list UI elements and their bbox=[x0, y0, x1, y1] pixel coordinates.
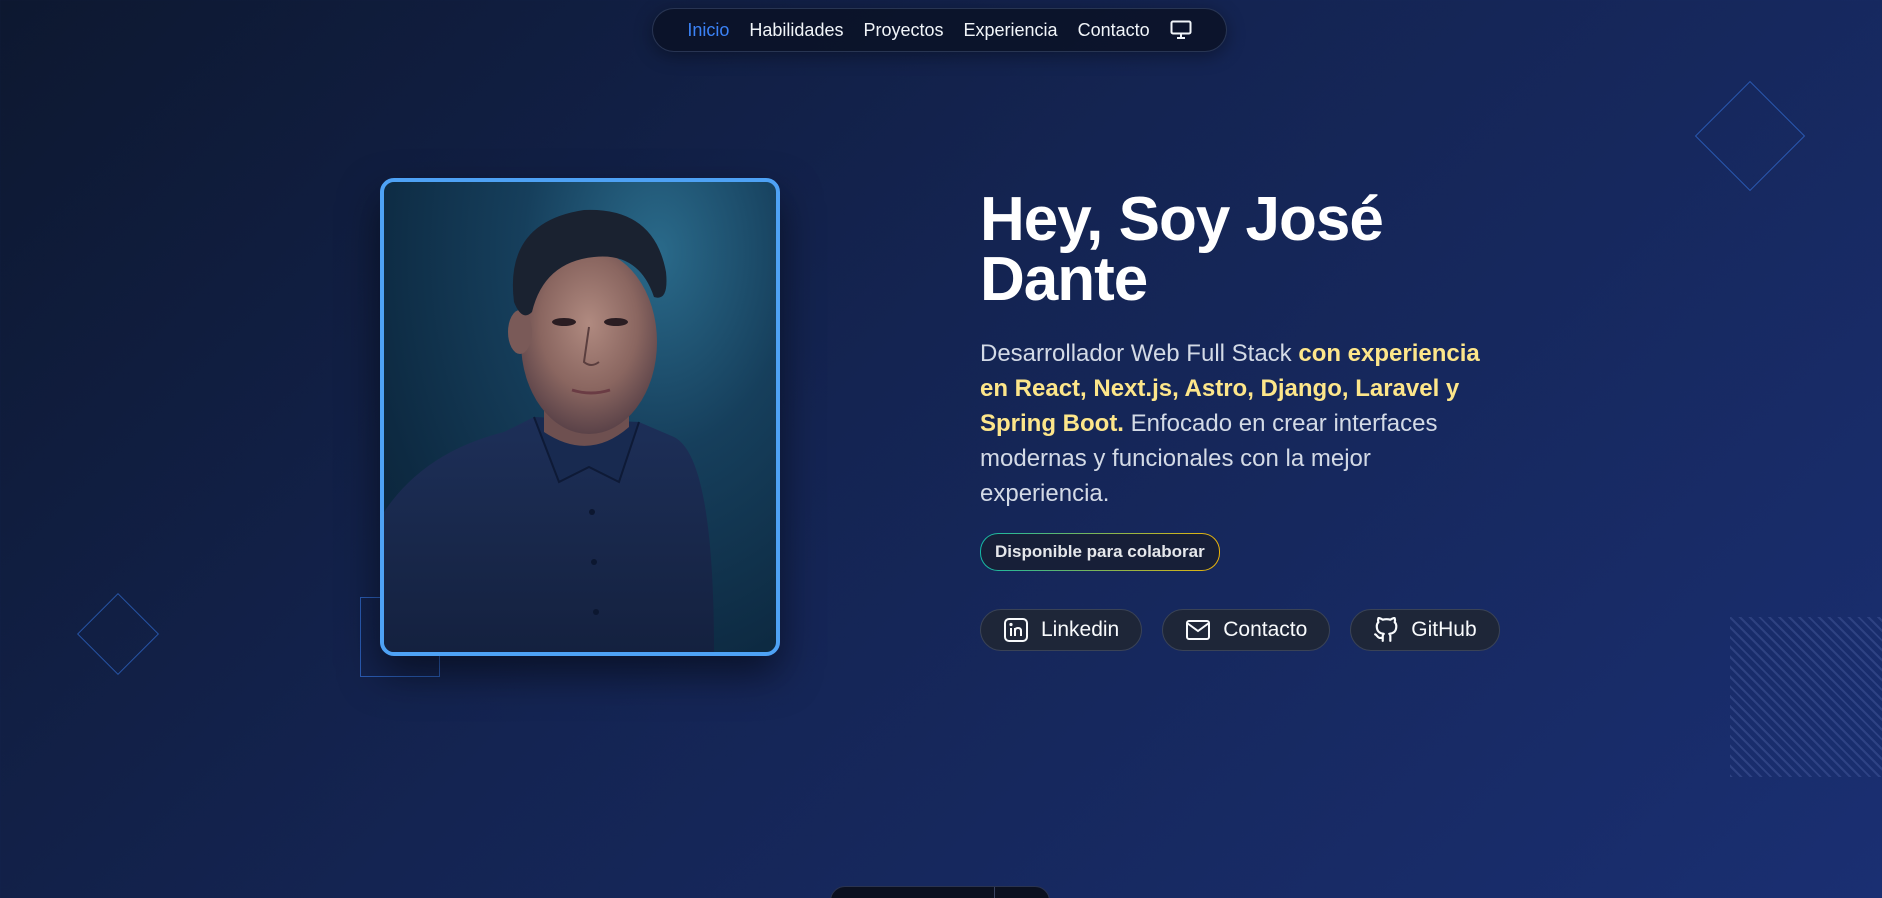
hero-section: Hey, Soy José Dante Desarrollador Web Fu… bbox=[980, 185, 1520, 651]
nav-item-proyectos[interactable]: Proyectos bbox=[863, 20, 943, 41]
toolbar-divider bbox=[994, 887, 995, 898]
decorative-diamond-left bbox=[76, 592, 160, 676]
nav-item-inicio[interactable]: Inicio bbox=[687, 20, 729, 41]
nav-item-contacto[interactable]: Contacto bbox=[1078, 20, 1150, 41]
profile-photo bbox=[380, 178, 780, 656]
mail-icon bbox=[1186, 620, 1211, 640]
nav-item-habilidades[interactable]: Habilidades bbox=[749, 20, 843, 41]
github-icon bbox=[1374, 617, 1398, 642]
github-label: GitHub bbox=[1411, 618, 1477, 641]
linkedin-icon bbox=[1004, 618, 1028, 642]
desc-start: Desarrollador Web Full Stack bbox=[980, 340, 1299, 367]
monitor-icon[interactable] bbox=[1170, 20, 1192, 40]
social-links: Linkedin Contacto GitHub bbox=[980, 609, 1520, 651]
decorative-stripes bbox=[1730, 617, 1882, 777]
contact-button[interactable]: Contacto bbox=[1162, 609, 1331, 651]
linkedin-label: Linkedin bbox=[1041, 618, 1120, 641]
availability-badge: Disponible para colaborar bbox=[980, 533, 1220, 571]
github-button[interactable]: GitHub bbox=[1350, 609, 1500, 651]
nav-item-experiencia[interactable]: Experiencia bbox=[964, 20, 1058, 41]
bottom-toolbar[interactable] bbox=[830, 886, 1050, 898]
hero-description: Desarrollador Web Full Stack con experie… bbox=[980, 336, 1500, 511]
top-nav: Inicio Habilidades Proyectos Experiencia… bbox=[652, 8, 1227, 52]
portrait-illustration bbox=[384, 209, 714, 652]
contact-label: Contacto bbox=[1223, 618, 1308, 641]
decorative-diamond-top-right bbox=[1694, 80, 1806, 192]
linkedin-button[interactable]: Linkedin bbox=[980, 609, 1143, 651]
hero-title: Hey, Soy José Dante bbox=[980, 185, 1384, 314]
